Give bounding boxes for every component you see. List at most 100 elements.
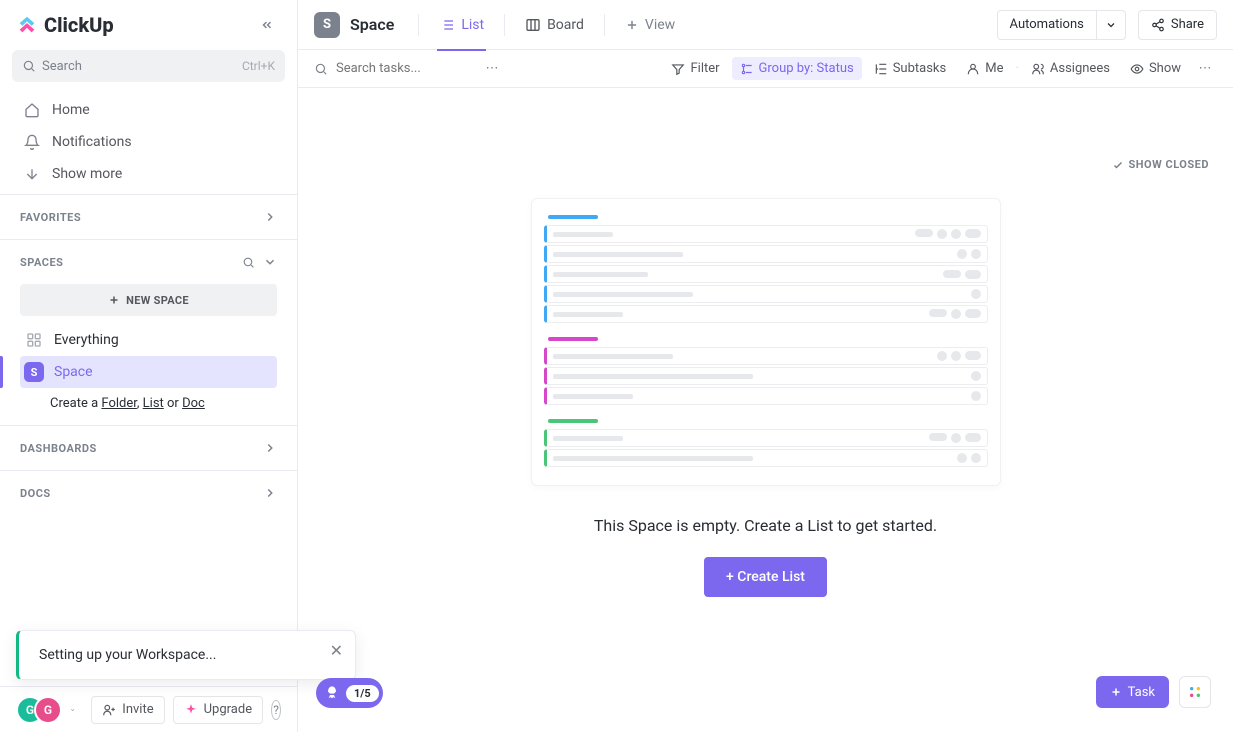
chevron-double-left-icon bbox=[260, 18, 274, 32]
me-label: Me bbox=[985, 61, 1003, 76]
group-by-label: Group by: Status bbox=[759, 61, 854, 76]
eye-icon bbox=[1130, 62, 1144, 76]
new-task-fab[interactable]: Task bbox=[1096, 676, 1169, 708]
avatar: G bbox=[34, 696, 62, 724]
nav-show-more[interactable]: Show more bbox=[0, 158, 297, 190]
group-icon bbox=[740, 62, 754, 76]
toolbar-more-button[interactable]: ⋯ bbox=[1193, 57, 1217, 81]
automations-group: Automations bbox=[997, 10, 1126, 40]
toolbar-search[interactable] bbox=[314, 61, 476, 76]
chevron-down-icon bbox=[1105, 19, 1117, 31]
plus-icon bbox=[108, 294, 120, 306]
sidebar-item-everything[interactable]: Everything bbox=[20, 324, 277, 356]
me-button[interactable]: Me bbox=[958, 57, 1011, 80]
create-folder-link[interactable]: Folder bbox=[101, 396, 136, 411]
new-space-button[interactable]: NEW SPACE bbox=[20, 284, 277, 316]
users-icon bbox=[1031, 62, 1045, 76]
apps-grid-icon bbox=[1187, 684, 1203, 700]
nav-label: Home bbox=[52, 102, 90, 118]
upgrade-button[interactable]: Upgrade bbox=[173, 696, 263, 724]
favorites-label: FAVORITES bbox=[20, 211, 263, 224]
sidebar-search-wrap: Search Ctrl+K bbox=[0, 50, 297, 90]
subtasks-icon bbox=[874, 62, 888, 76]
docs-header[interactable]: DOCS bbox=[0, 471, 297, 515]
sidebar-search[interactable]: Search Ctrl+K bbox=[12, 50, 285, 82]
create-prefix: Create a bbox=[50, 396, 101, 411]
search-icon bbox=[314, 62, 328, 76]
tab-label: View bbox=[645, 17, 675, 33]
empty-message: This Space is empty. Create a List to ge… bbox=[594, 516, 937, 535]
upgrade-label: Upgrade bbox=[204, 702, 252, 717]
automations-label: Automations bbox=[1010, 17, 1084, 32]
invite-button[interactable]: Invite bbox=[91, 696, 164, 724]
user-icon bbox=[966, 62, 980, 76]
create-list-link[interactable]: List bbox=[143, 396, 164, 411]
automations-dropdown[interactable] bbox=[1097, 10, 1126, 40]
create-or: or bbox=[164, 396, 182, 411]
search-shortcut: Ctrl+K bbox=[242, 59, 275, 73]
search-more-button[interactable]: ⋯ bbox=[480, 57, 504, 81]
tab-add-view[interactable]: View bbox=[613, 0, 687, 50]
share-icon bbox=[1151, 18, 1165, 32]
user-plus-icon bbox=[102, 703, 116, 717]
separator bbox=[418, 14, 419, 36]
share-button[interactable]: Share bbox=[1138, 10, 1217, 40]
invite-label: Invite bbox=[122, 702, 153, 717]
avatar-stack[interactable]: G G bbox=[16, 696, 62, 724]
floating-actions: Task bbox=[1096, 676, 1211, 708]
logo-icon bbox=[16, 14, 38, 36]
sidebar-item-space[interactable]: S Space bbox=[20, 356, 277, 388]
onboarding-pill[interactable]: 1/5 bbox=[316, 678, 383, 708]
task-search-input[interactable] bbox=[336, 61, 476, 76]
chevron-right-icon bbox=[263, 210, 277, 224]
create-list-button[interactable]: + Create List bbox=[704, 557, 827, 597]
tab-list[interactable]: List bbox=[427, 0, 496, 50]
favorites-section: FAVORITES bbox=[0, 194, 297, 239]
help-button[interactable]: ? bbox=[271, 700, 281, 720]
sparkle-icon bbox=[184, 703, 198, 717]
space-label: Space bbox=[54, 364, 93, 380]
separator bbox=[504, 14, 505, 36]
arrow-down-icon bbox=[24, 166, 40, 182]
search-icon[interactable] bbox=[242, 256, 255, 269]
assignees-button[interactable]: Assignees bbox=[1023, 57, 1118, 80]
empty-state: This Space is empty. Create a List to ge… bbox=[298, 88, 1233, 597]
filter-button[interactable]: Filter bbox=[663, 57, 727, 80]
sidebar-header: ClickUp bbox=[0, 0, 297, 50]
apps-fab[interactable] bbox=[1179, 676, 1211, 708]
brand-text: ClickUp bbox=[44, 13, 114, 37]
sidebar: ClickUp Search Ctrl+K Home Notifications… bbox=[0, 0, 298, 732]
tab-board[interactable]: Board bbox=[513, 0, 596, 50]
tab-label: Board bbox=[547, 17, 584, 33]
nav-notifications[interactable]: Notifications bbox=[0, 126, 297, 158]
collapse-sidebar-button[interactable] bbox=[253, 11, 281, 39]
dashboards-header[interactable]: DASHBOARDS bbox=[0, 426, 297, 470]
spaces-label: SPACES bbox=[20, 256, 242, 269]
chevron-down-icon[interactable] bbox=[70, 704, 75, 716]
topbar: S Space List Board View Automations Shar… bbox=[298, 0, 1233, 50]
automations-button[interactable]: Automations bbox=[997, 10, 1097, 40]
search-placeholder: Search bbox=[42, 59, 82, 74]
empty-illustration bbox=[531, 198, 1001, 486]
logo[interactable]: ClickUp bbox=[16, 13, 114, 37]
space-title-block[interactable]: S Space bbox=[314, 12, 410, 38]
space-avatar: S bbox=[24, 362, 44, 382]
space-title: Space bbox=[350, 15, 394, 34]
docs-section: DOCS bbox=[0, 470, 297, 515]
content-area: SHOW CLOSED bbox=[298, 88, 1233, 732]
nav-label: Show more bbox=[52, 166, 122, 182]
spaces-section: SPACES NEW SPACE Everything S Space Crea… bbox=[0, 239, 297, 425]
chevron-right-icon bbox=[263, 441, 277, 455]
create-hint: Create a Folder, List or Doc bbox=[20, 388, 277, 415]
favorites-header[interactable]: FAVORITES bbox=[0, 195, 297, 239]
subtasks-button[interactable]: Subtasks bbox=[866, 57, 955, 80]
create-doc-link[interactable]: Doc bbox=[182, 396, 205, 411]
nav-home[interactable]: Home bbox=[0, 94, 297, 126]
show-closed-toggle[interactable]: SHOW CLOSED bbox=[1112, 158, 1209, 171]
spaces-header[interactable]: SPACES bbox=[0, 240, 297, 284]
chevron-down-icon[interactable] bbox=[263, 255, 277, 269]
filter-icon bbox=[671, 62, 685, 76]
dashboards-section: DASHBOARDS bbox=[0, 425, 297, 470]
group-by-button[interactable]: Group by: Status bbox=[732, 57, 862, 80]
show-button[interactable]: Show bbox=[1122, 57, 1189, 80]
